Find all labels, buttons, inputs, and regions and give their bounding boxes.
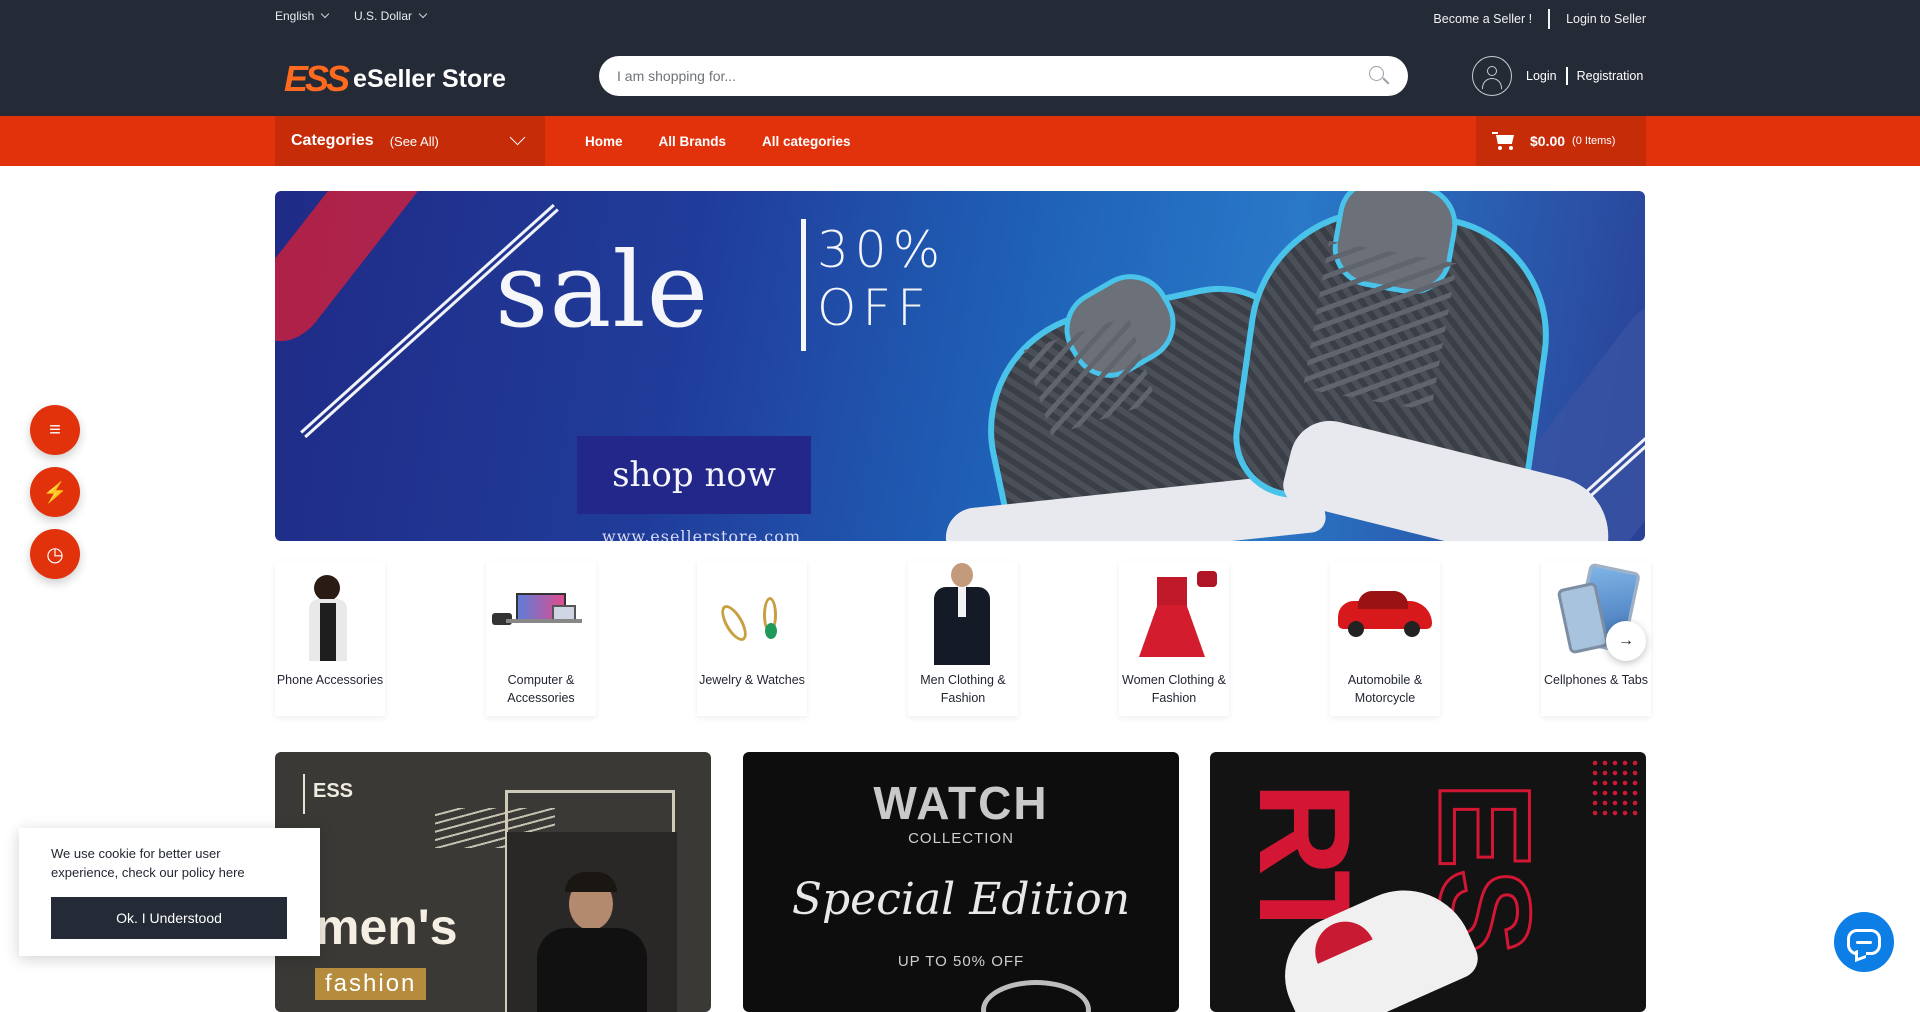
search-icon[interactable] <box>1368 65 1390 87</box>
flash-icon[interactable]: ⚡ <box>30 467 80 517</box>
watch-image <box>981 980 1091 1012</box>
category-image <box>908 561 1018 665</box>
registration-link[interactable]: Registration <box>1577 69 1644 83</box>
currency-label: U.S. Dollar <box>354 9 413 23</box>
nav-links: Home All Brands All categories <box>585 116 851 166</box>
category-image <box>1330 561 1440 665</box>
category-card[interactable]: Jewelry & Watches <box>697 561 807 716</box>
promo-sneakers[interactable]: RT ES <box>1210 752 1646 1012</box>
category-carousel: Phone Accessories Computer & Accessories… <box>275 561 1651 721</box>
chat-bubble-icon[interactable] <box>1834 912 1894 972</box>
site-logo[interactable]: ESS eSeller Store <box>284 58 506 100</box>
divider <box>1548 9 1551 29</box>
promo-title: men's <box>315 899 458 955</box>
login-link[interactable]: Login <box>1526 69 1557 83</box>
arrow-right-icon[interactable]: → <box>1606 621 1646 661</box>
language-label: English <box>275 9 315 23</box>
chevron-down-icon <box>509 129 526 146</box>
shop-now-button[interactable]: shop now <box>577 436 811 514</box>
banner-decoration <box>275 191 450 341</box>
user-icon[interactable] <box>1472 56 1512 96</box>
currency-selector[interactable]: U.S. Dollar <box>354 9 428 23</box>
chevron-down-icon <box>321 9 330 19</box>
cookie-accept-button[interactable]: Ok. I Understood <box>51 897 287 939</box>
promo-watch-collection[interactable]: WATCH COLLECTION Special Edition UP TO 5… <box>743 752 1179 1012</box>
category-card[interactable]: Computer & Accessories <box>486 561 596 716</box>
chevron-down-icon <box>418 9 428 19</box>
sneaker-image <box>865 191 1625 541</box>
logo-mark: ESS <box>284 58 350 99</box>
top-header: English U.S. Dollar Become a Seller ! Lo… <box>0 0 1920 116</box>
category-card[interactable]: Women Clothing & Fashion <box>1119 561 1229 716</box>
language-selector[interactable]: English <box>275 9 330 23</box>
promo-script: Special Edition <box>791 874 1131 925</box>
main-navbar: Categories (See All) Home All Brands All… <box>0 116 1920 166</box>
cart-count: (0 Items) <box>1572 135 1616 147</box>
category-image <box>486 561 596 665</box>
user-area: Login Registration <box>1472 56 1643 96</box>
banner-url: www.esellerstore.com <box>602 527 802 541</box>
become-seller-link[interactable]: Become a Seller ! <box>1433 12 1532 26</box>
divider <box>1565 67 1568 85</box>
promo-collection: COLLECTION <box>908 830 1014 847</box>
category-image <box>1119 561 1229 665</box>
nav-all-categories[interactable]: All categories <box>762 134 851 149</box>
floating-actions: ≡ ⚡ ◷ <box>30 405 80 591</box>
banner-sale-text: sale <box>495 229 710 351</box>
category-label: Phone Accessories <box>276 673 384 687</box>
promo-mens-fashion[interactable]: ESS men's fashion <box>275 752 711 1012</box>
cart-button[interactable]: $0.00 (0 Items) <box>1476 116 1646 166</box>
model-photo <box>507 832 677 1012</box>
category-label: Men Clothing & Fashion <box>920 673 1006 705</box>
category-image <box>275 561 385 665</box>
category-image <box>697 561 807 665</box>
promo-subtitle: fashion <box>315 968 427 1000</box>
seller-links: Become a Seller ! Login to Seller <box>1433 9 1646 29</box>
category-label: Jewelry & Watches <box>699 673 805 687</box>
promo-title: WATCH <box>873 777 1049 829</box>
category-card[interactable]: Men Clothing & Fashion <box>908 561 1018 716</box>
category-label: Automobile & Motorcycle <box>1347 673 1423 705</box>
categories-dropdown[interactable]: Categories (See All) <box>275 116 545 166</box>
category-card[interactable]: Automobile & Motorcycle <box>1330 561 1440 716</box>
category-label: Cellphones & Tabs <box>1543 673 1648 687</box>
categories-see-all: (See All) <box>389 133 439 149</box>
login-seller-link[interactable]: Login to Seller <box>1566 12 1646 26</box>
cart-total: $0.00 <box>1530 133 1566 149</box>
search-bar <box>599 56 1408 96</box>
category-label: Women Clothing & Fashion <box>1122 673 1226 705</box>
clock-icon[interactable]: ◷ <box>30 529 80 579</box>
search-input[interactable] <box>617 68 1368 84</box>
categories-title: Categories <box>291 132 374 149</box>
cart-icon <box>1492 132 1516 150</box>
promo-offer: UP TO 50% OFF <box>897 953 1025 970</box>
cookie-banner: We use cookie for better user experience… <box>19 828 320 956</box>
nav-all-brands[interactable]: All Brands <box>659 134 727 149</box>
category-label: Computer & Accessories <box>507 673 575 705</box>
category-card[interactable]: Phone Accessories <box>275 561 385 716</box>
promo-brand: ESS <box>313 780 354 802</box>
cookie-text: We use cookie for better user experience… <box>51 846 245 880</box>
dots-decoration <box>1590 758 1640 818</box>
nav-home[interactable]: Home <box>585 134 623 149</box>
hero-banner[interactable]: sale 30% OFF shop now www.esellerstore.c… <box>275 191 1645 541</box>
menu-icon[interactable]: ≡ <box>30 405 80 455</box>
banner-divider <box>801 219 806 351</box>
logo-text: eSeller Store <box>353 64 506 93</box>
